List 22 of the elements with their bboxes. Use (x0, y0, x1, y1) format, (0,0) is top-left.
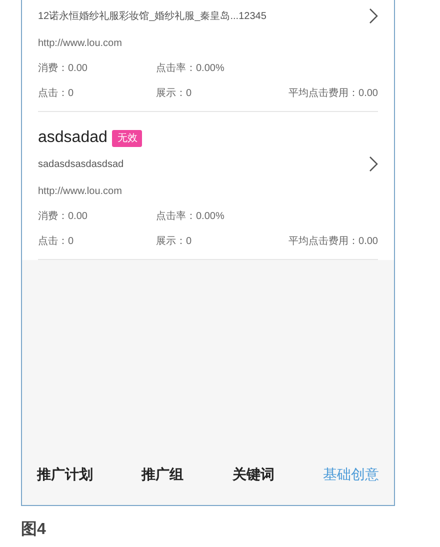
figure-caption: 图4 (21, 520, 46, 540)
ad-title: asdsadad (38, 128, 108, 148)
stat-text: 点击：0 (38, 86, 75, 101)
chevron-right-icon (369, 8, 378, 24)
stat-text: 展示：0 (156, 235, 193, 249)
stat-text: 点击：0 (38, 234, 75, 249)
tab[interactable]: 关键词 (232, 464, 274, 485)
tab[interactable]: 推广组 (142, 464, 184, 485)
stat-text: 平均点击费用：0.00 (288, 86, 378, 101)
stat-text: 点击率：0.00% (156, 210, 226, 224)
ad-description: sadasdsasdasdsad (38, 158, 124, 172)
stat-text: 点击率：0.00% (156, 62, 226, 76)
stat-text: 展示：0 (156, 87, 193, 101)
ad-url: http://www.lou.com (38, 37, 123, 51)
stat-text: 消费：0.00 (38, 210, 88, 224)
tab[interactable]: 推广计划 (37, 464, 93, 485)
chevron-right-icon (369, 156, 378, 172)
stat-text: 平均点击费用：0.00 (288, 234, 378, 249)
ad-description: 12诺永恒婚纱礼服彩妆馆_婚纱礼服_秦皇岛...12345 (38, 10, 266, 24)
stat-text: 消费：0.00 (38, 62, 88, 76)
status-badge: 无效 (112, 130, 142, 146)
ad-url: http://www.lou.com (38, 185, 123, 199)
